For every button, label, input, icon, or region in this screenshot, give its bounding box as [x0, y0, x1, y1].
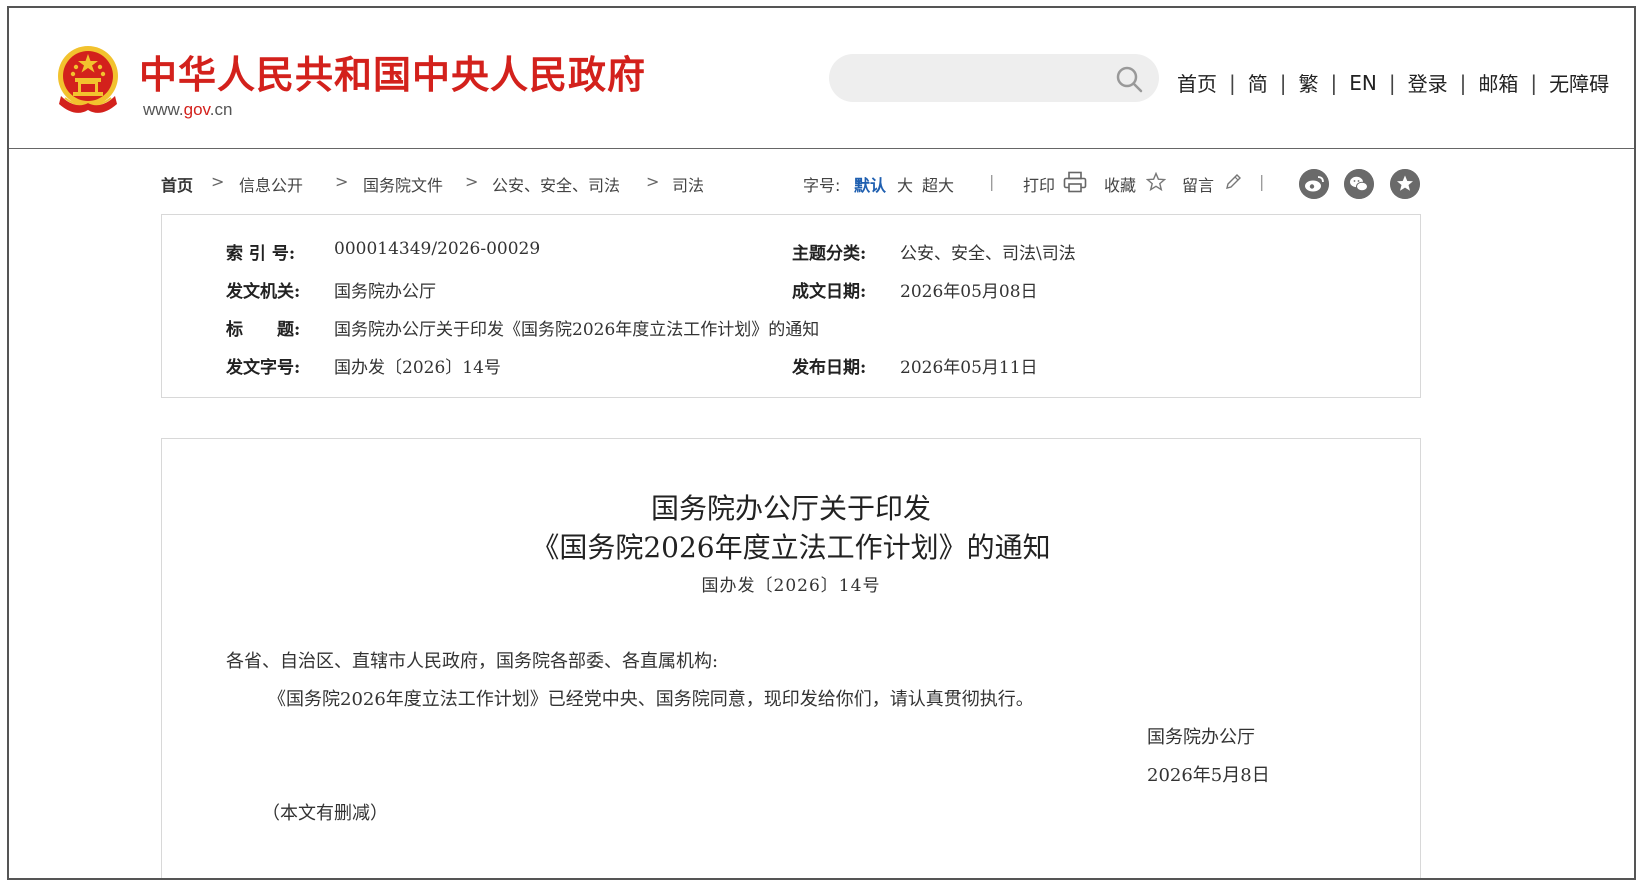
search-input[interactable]	[849, 63, 1103, 95]
favorite-star-icon[interactable]	[1390, 169, 1420, 199]
index-number-value: 000014349/2026-00029	[334, 239, 541, 259]
title-label: 标 题:	[226, 320, 301, 340]
breadcrumb-public-security[interactable]: 公安、安全、司法	[492, 172, 620, 196]
site-domain: www.gov.cn	[143, 100, 232, 120]
pencil-icon[interactable]	[1223, 172, 1243, 192]
printer-icon[interactable]	[1063, 171, 1087, 193]
issuer-value: 国务院办公厅	[334, 282, 436, 302]
topic-value: 公安、安全、司法\司法	[900, 244, 1076, 264]
document-metadata: 索 引 号: 000014349/2026-00029 主题分类: 公安、安全、…	[161, 214, 1421, 398]
nav-separator: |	[1388, 70, 1396, 95]
doc-number-label: 发文字号:	[226, 358, 301, 378]
publish-date-label: 发布日期:	[792, 358, 867, 378]
nav-traditional[interactable]: 繁	[1299, 68, 1319, 97]
font-size-label: 字号:	[803, 176, 841, 195]
nav-mail[interactable]: 邮箱	[1478, 68, 1518, 97]
star-outline-icon[interactable]	[1146, 172, 1166, 192]
top-nav: 首页 | 简 | 繁 | EN | 登录 | 邮箱 | 无障碍	[1177, 68, 1609, 97]
doc-number-value: 国办发〔2026〕14号	[334, 358, 501, 378]
font-size-xlarge[interactable]: 超大	[922, 172, 954, 196]
written-date-label: 成文日期:	[792, 282, 867, 302]
tools-separator: |	[1259, 172, 1265, 191]
print-label: 打印	[1023, 176, 1056, 195]
toolbar: 首页 > 信息公开 > 国务院文件 > 公安、安全、司法 > 司法 字号: 默认…	[9, 164, 1634, 200]
favorite-label: 收藏	[1104, 176, 1137, 195]
article-date: 2026年5月8日	[1147, 765, 1270, 786]
article-title-line2: 《国务院2026年度立法工作计划》的通知	[531, 531, 1051, 564]
breadcrumb-chevron-icon: >	[211, 172, 225, 191]
nav-separator: |	[1459, 70, 1467, 95]
article-signature: 国务院办公厅	[1147, 727, 1255, 748]
comment-label: 留言	[1182, 176, 1215, 195]
search-box	[829, 54, 1159, 102]
weibo-icon[interactable]	[1299, 169, 1329, 199]
nav-separator: |	[1330, 70, 1338, 95]
article-title-line1: 国务院办公厅关于印发	[650, 492, 931, 525]
written-date-value: 2026年05月08日	[900, 282, 1038, 302]
title-value: 国务院办公厅关于印发《国务院2026年度立法工作计划》的通知	[334, 320, 820, 340]
breadcrumb-chevron-icon: >	[465, 172, 479, 191]
breadcrumb-judiciary[interactable]: 司法	[672, 172, 704, 196]
print-button[interactable]: 打印	[1023, 172, 1055, 196]
nav-english[interactable]: EN	[1349, 71, 1377, 95]
index-number-label: 索 引 号:	[226, 244, 296, 264]
topic-label: 主题分类:	[792, 244, 867, 264]
breadcrumb-info-public[interactable]: 信息公开	[239, 172, 303, 196]
tools-separator: |	[989, 172, 995, 191]
nav-login[interactable]: 登录	[1408, 68, 1448, 97]
national-emblem-logo[interactable]	[55, 44, 121, 120]
breadcrumb-state-council-docs[interactable]: 国务院文件	[363, 172, 443, 196]
article-body: 国务院办公厅关于印发 《国务院2026年度立法工作计划》的通知 国办发〔2026…	[161, 438, 1421, 878]
comment-button[interactable]: 留言	[1182, 172, 1214, 196]
search-icon[interactable]	[1115, 65, 1143, 93]
font-size-default[interactable]: 默认	[854, 172, 886, 196]
font-size-large[interactable]: 大	[897, 172, 913, 196]
nav-accessibility[interactable]: 无障碍	[1549, 68, 1609, 97]
publish-date-value: 2026年05月11日	[900, 358, 1038, 378]
nav-simplified[interactable]: 简	[1248, 68, 1268, 97]
domain-mid: gov	[183, 100, 210, 119]
wechat-icon[interactable]	[1344, 169, 1374, 199]
nav-separator: |	[1530, 70, 1538, 95]
article-paragraph: 《国务院2026年度立法工作计划》已经党中央、国务院同意，现印发给你们，请认真贯…	[268, 689, 1034, 710]
nav-home[interactable]: 首页	[1177, 68, 1217, 97]
nav-separator: |	[1229, 70, 1236, 95]
font-size-default-label: 默认	[854, 176, 887, 195]
breadcrumb-chevron-icon: >	[646, 172, 660, 191]
favorite-button[interactable]: 收藏	[1104, 172, 1136, 196]
domain-prefix: www.	[143, 100, 184, 119]
site-name[interactable]: 中华人民共和国中央人民政府	[139, 44, 646, 99]
page-frame: 中华人民共和国中央人民政府 www.gov.cn 首页 | 简 | 繁 | EN…	[7, 6, 1636, 880]
site-header: 中华人民共和国中央人民政府 www.gov.cn 首页 | 简 | 繁 | EN…	[9, 8, 1634, 149]
nav-separator: |	[1279, 70, 1287, 95]
breadcrumb-chevron-icon: >	[335, 172, 349, 191]
article-salutation: 各省、自治区、直辖市人民政府，国务院各部委、各直属机构:	[226, 651, 719, 672]
issuer-label: 发文机关:	[226, 282, 301, 302]
domain-suffix: .cn	[209, 100, 233, 119]
breadcrumb-home[interactable]: 首页	[161, 172, 193, 196]
article-note: （本文有删减）	[262, 803, 388, 824]
article-doc-number: 国办发〔2026〕14号	[701, 576, 881, 596]
